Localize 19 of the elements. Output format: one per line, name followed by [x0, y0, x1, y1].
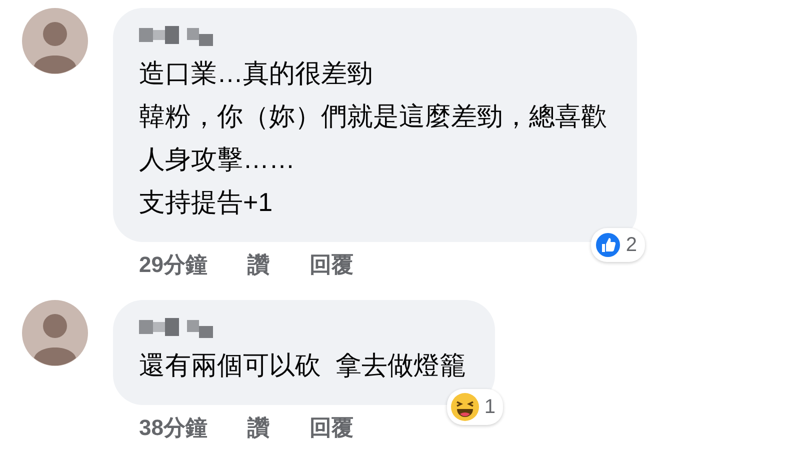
laughing-emoji-icon: [450, 392, 480, 422]
comment-text: 韓粉，你（妳）們就是這麼差勁，總喜歡: [139, 100, 607, 133]
action-link[interactable]: 讚: [247, 250, 270, 286]
reaction-count: 2: [626, 234, 637, 256]
comment-text: 支持提告+1: [139, 186, 274, 219]
comment-time: 38分鐘: [139, 414, 208, 442]
reaction-badge[interactable]: 2: [590, 228, 645, 262]
avatar-icon[interactable]: [22, 8, 88, 74]
action-link[interactable]: 回覆: [309, 250, 354, 286]
comment-text: 造口業…真的很差勁: [139, 57, 374, 90]
action-link[interactable]: 回覆: [309, 413, 354, 449]
action-link[interactable]: 讚: [247, 413, 270, 449]
reaction-count: 1: [484, 396, 496, 418]
comment-text: 還有兩個可以砍 拿去做燈籠: [139, 349, 466, 382]
comment-text: 人身攻擊……: [139, 143, 296, 176]
thumbs-up-icon: [594, 231, 622, 259]
avatar-icon[interactable]: [22, 300, 88, 366]
reaction-badge[interactable]: 1: [447, 389, 504, 425]
comment-time: 29分鐘: [139, 251, 208, 279]
